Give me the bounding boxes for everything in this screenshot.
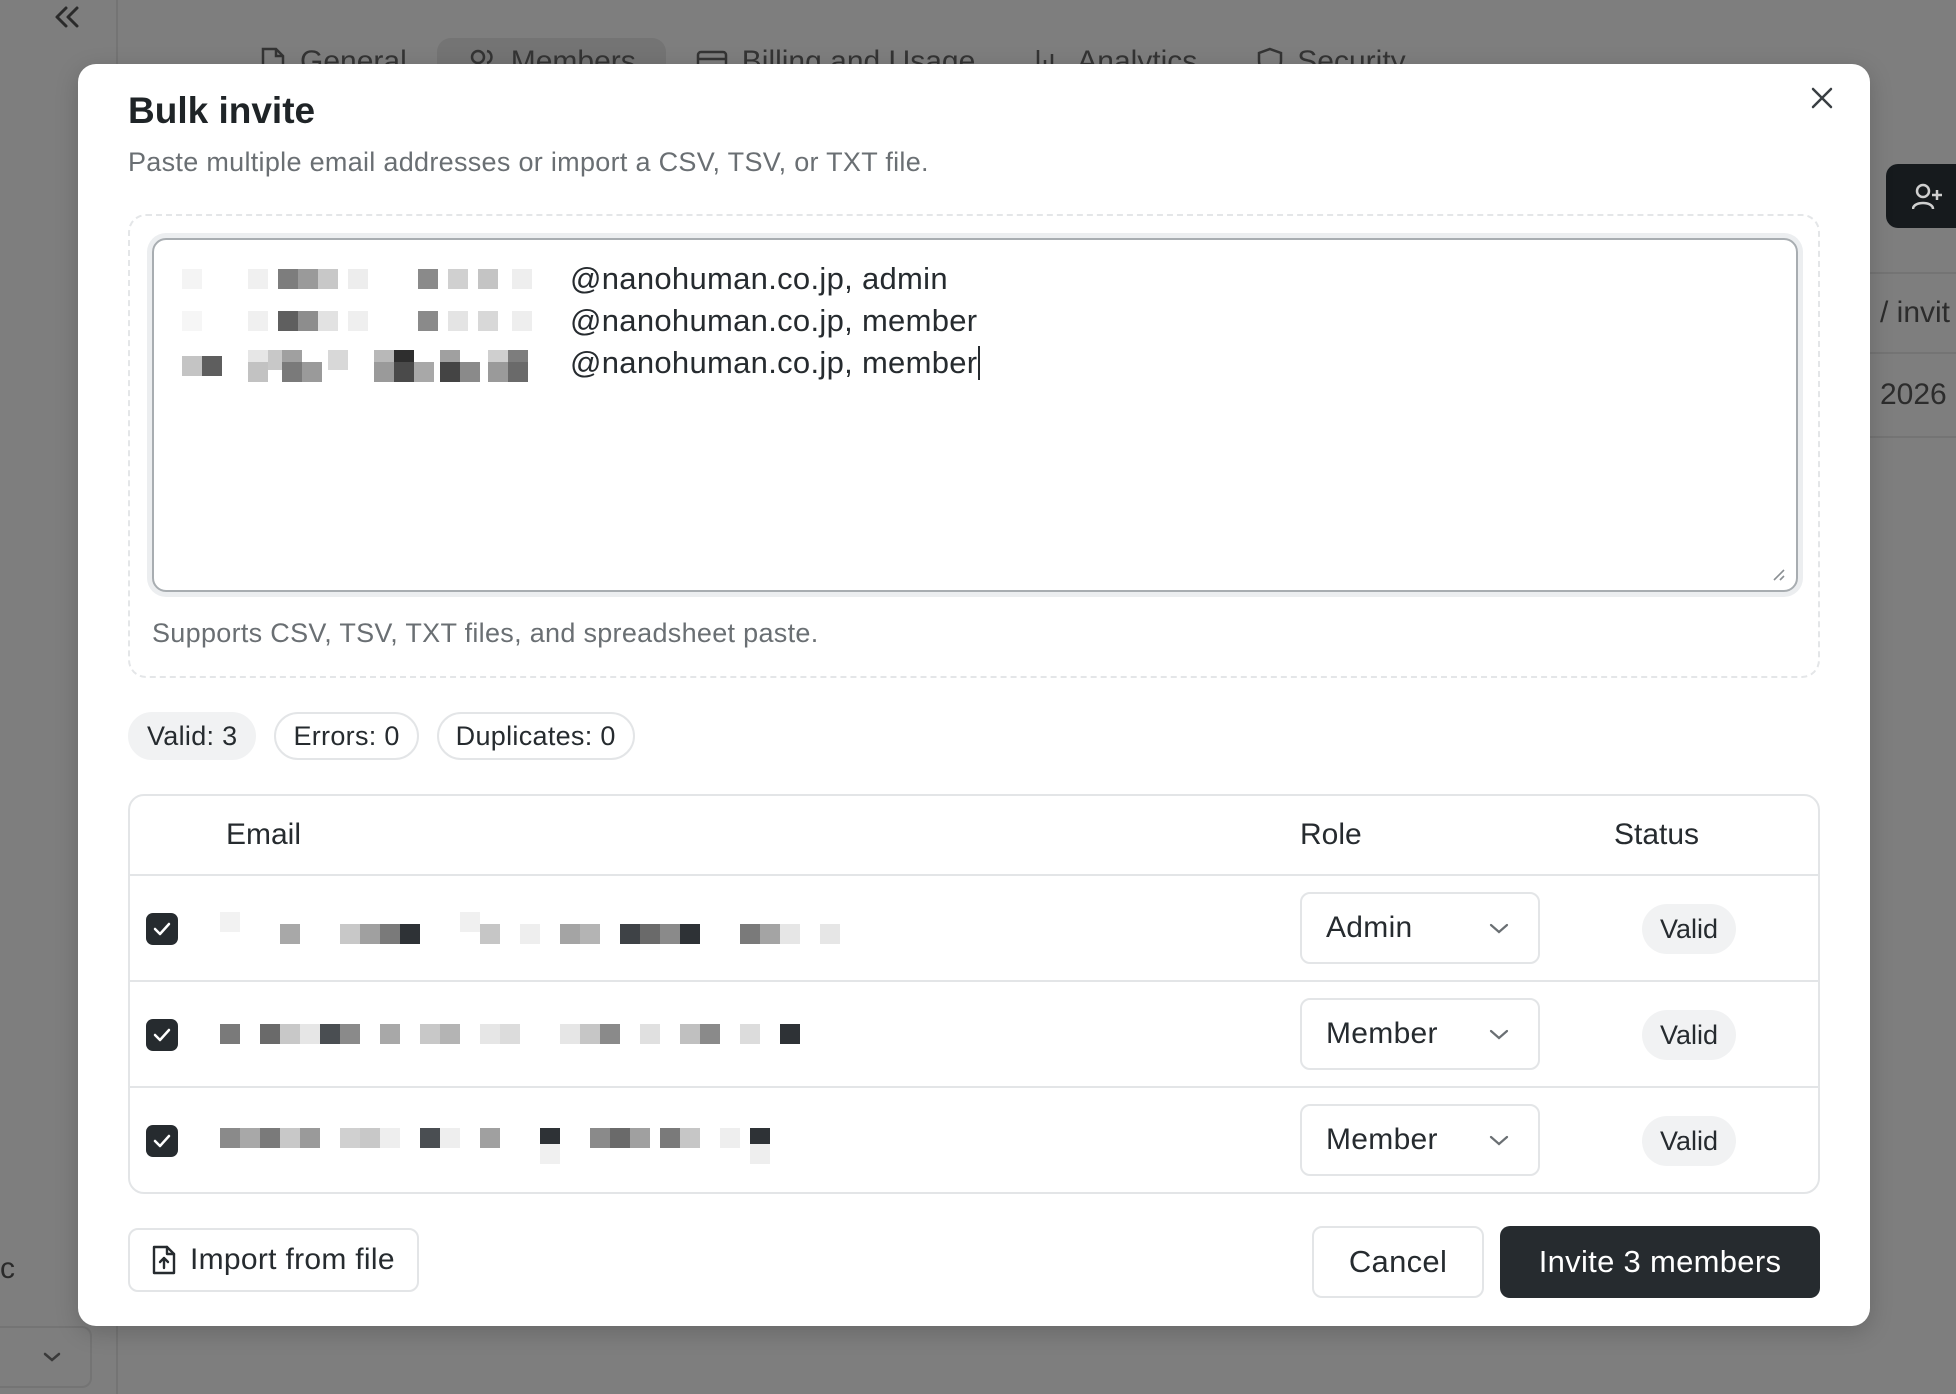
checkmark-icon — [153, 1134, 171, 1148]
table-header-fragment: / invit — [1870, 272, 1956, 354]
column-header-status: Status — [1614, 818, 1700, 851]
role-select-value: Admin — [1326, 911, 1413, 944]
table-cell-fragment: 2026 — [1870, 354, 1956, 438]
textarea-line-text: @nanohuman.co.jp, member — [570, 303, 978, 338]
chevron-down-icon — [43, 1352, 61, 1362]
dropzone-hint: Supports CSV, TSV, TXT files, and spread… — [152, 618, 819, 648]
chevron-down-icon — [1489, 1135, 1509, 1146]
chevron-down-icon — [1489, 923, 1509, 934]
collapse-sidebar-button[interactable] — [50, 2, 84, 32]
role-select[interactable]: Member — [1300, 1104, 1540, 1176]
duplicates-count-badge: Duplicates: 0 — [436, 712, 635, 760]
invite-preview-table: Email Role Status Admin Valid Member Val… — [128, 794, 1820, 1194]
status-badge: Valid — [1642, 1010, 1737, 1060]
table-row: Member Valid — [130, 1088, 1818, 1192]
workspace-switcher[interactable] — [0, 1326, 92, 1388]
role-select-value: Member — [1326, 1017, 1438, 1050]
text-caret — [978, 346, 981, 380]
chevron-down-icon — [1489, 1029, 1509, 1040]
add-member-button[interactable] — [1886, 164, 1956, 228]
role-select-value: Member — [1326, 1123, 1438, 1156]
status-badge: Valid — [1642, 904, 1737, 954]
table-row: Member Valid — [130, 982, 1818, 1088]
redacted-email-local-part — [178, 350, 568, 382]
invite-members-button[interactable]: Invite 3 members — [1500, 1226, 1820, 1298]
members-table-fragment: / invit 2026 — [1870, 272, 1956, 438]
validation-summary: Valid: 3 Errors: 0 Duplicates: 0 — [128, 712, 635, 760]
file-upload-icon — [152, 1245, 176, 1275]
row-select-checkbox[interactable] — [146, 913, 178, 945]
import-from-file-button[interactable]: Import from file — [128, 1228, 419, 1292]
redacted-email — [220, 912, 920, 946]
textarea-line: @nanohuman.co.jp, admin — [178, 258, 1772, 300]
checkmark-icon — [153, 1028, 171, 1042]
checkmark-icon — [153, 922, 171, 936]
role-select[interactable]: Member — [1300, 998, 1540, 1070]
redacted-email — [220, 1124, 920, 1164]
dialog-subtitle: Paste multiple email addresses or import… — [128, 147, 929, 177]
double-chevron-left-icon — [55, 6, 79, 28]
redacted-email-local-part — [178, 266, 568, 292]
row-select-checkbox[interactable] — [146, 1019, 178, 1051]
column-header-email: Email — [226, 818, 302, 851]
textarea-line: @nanohuman.co.jp, member — [178, 300, 1772, 342]
status-badge: Valid — [1642, 1116, 1737, 1166]
role-select[interactable]: Admin — [1300, 892, 1540, 964]
row-select-checkbox[interactable] — [146, 1125, 178, 1157]
file-dropzone[interactable]: @nanohuman.co.jp, admin @nanohuman.co.jp… — [128, 214, 1820, 678]
table-header: Email Role Status — [130, 796, 1818, 876]
cancel-button[interactable]: Cancel — [1312, 1226, 1484, 1298]
resize-handle-icon[interactable] — [1770, 566, 1786, 582]
redacted-email — [220, 1018, 920, 1052]
import-button-label: Import from file — [190, 1243, 395, 1276]
dialog-title: Bulk invite — [128, 90, 316, 131]
close-icon — [1811, 87, 1833, 109]
valid-count-badge: Valid: 3 — [128, 712, 257, 760]
redacted-email-local-part — [178, 308, 568, 334]
user-plus-icon — [1912, 183, 1942, 210]
errors-count-badge: Errors: 0 — [274, 712, 419, 760]
bulk-invite-dialog: Bulk invite Paste multiple email address… — [78, 64, 1870, 1326]
table-row: Admin Valid — [130, 876, 1818, 982]
textarea-line: @nanohuman.co.jp, member — [178, 342, 1772, 384]
emails-textarea[interactable]: @nanohuman.co.jp, admin @nanohuman.co.jp… — [152, 238, 1798, 592]
textarea-line-text: @nanohuman.co.jp, member — [570, 345, 978, 380]
textarea-line-text: @nanohuman.co.jp, admin — [570, 261, 948, 296]
column-header-role: Role — [1300, 818, 1362, 851]
sidebar-fragment-text: c — [0, 1252, 15, 1285]
close-button[interactable] — [1802, 78, 1842, 118]
